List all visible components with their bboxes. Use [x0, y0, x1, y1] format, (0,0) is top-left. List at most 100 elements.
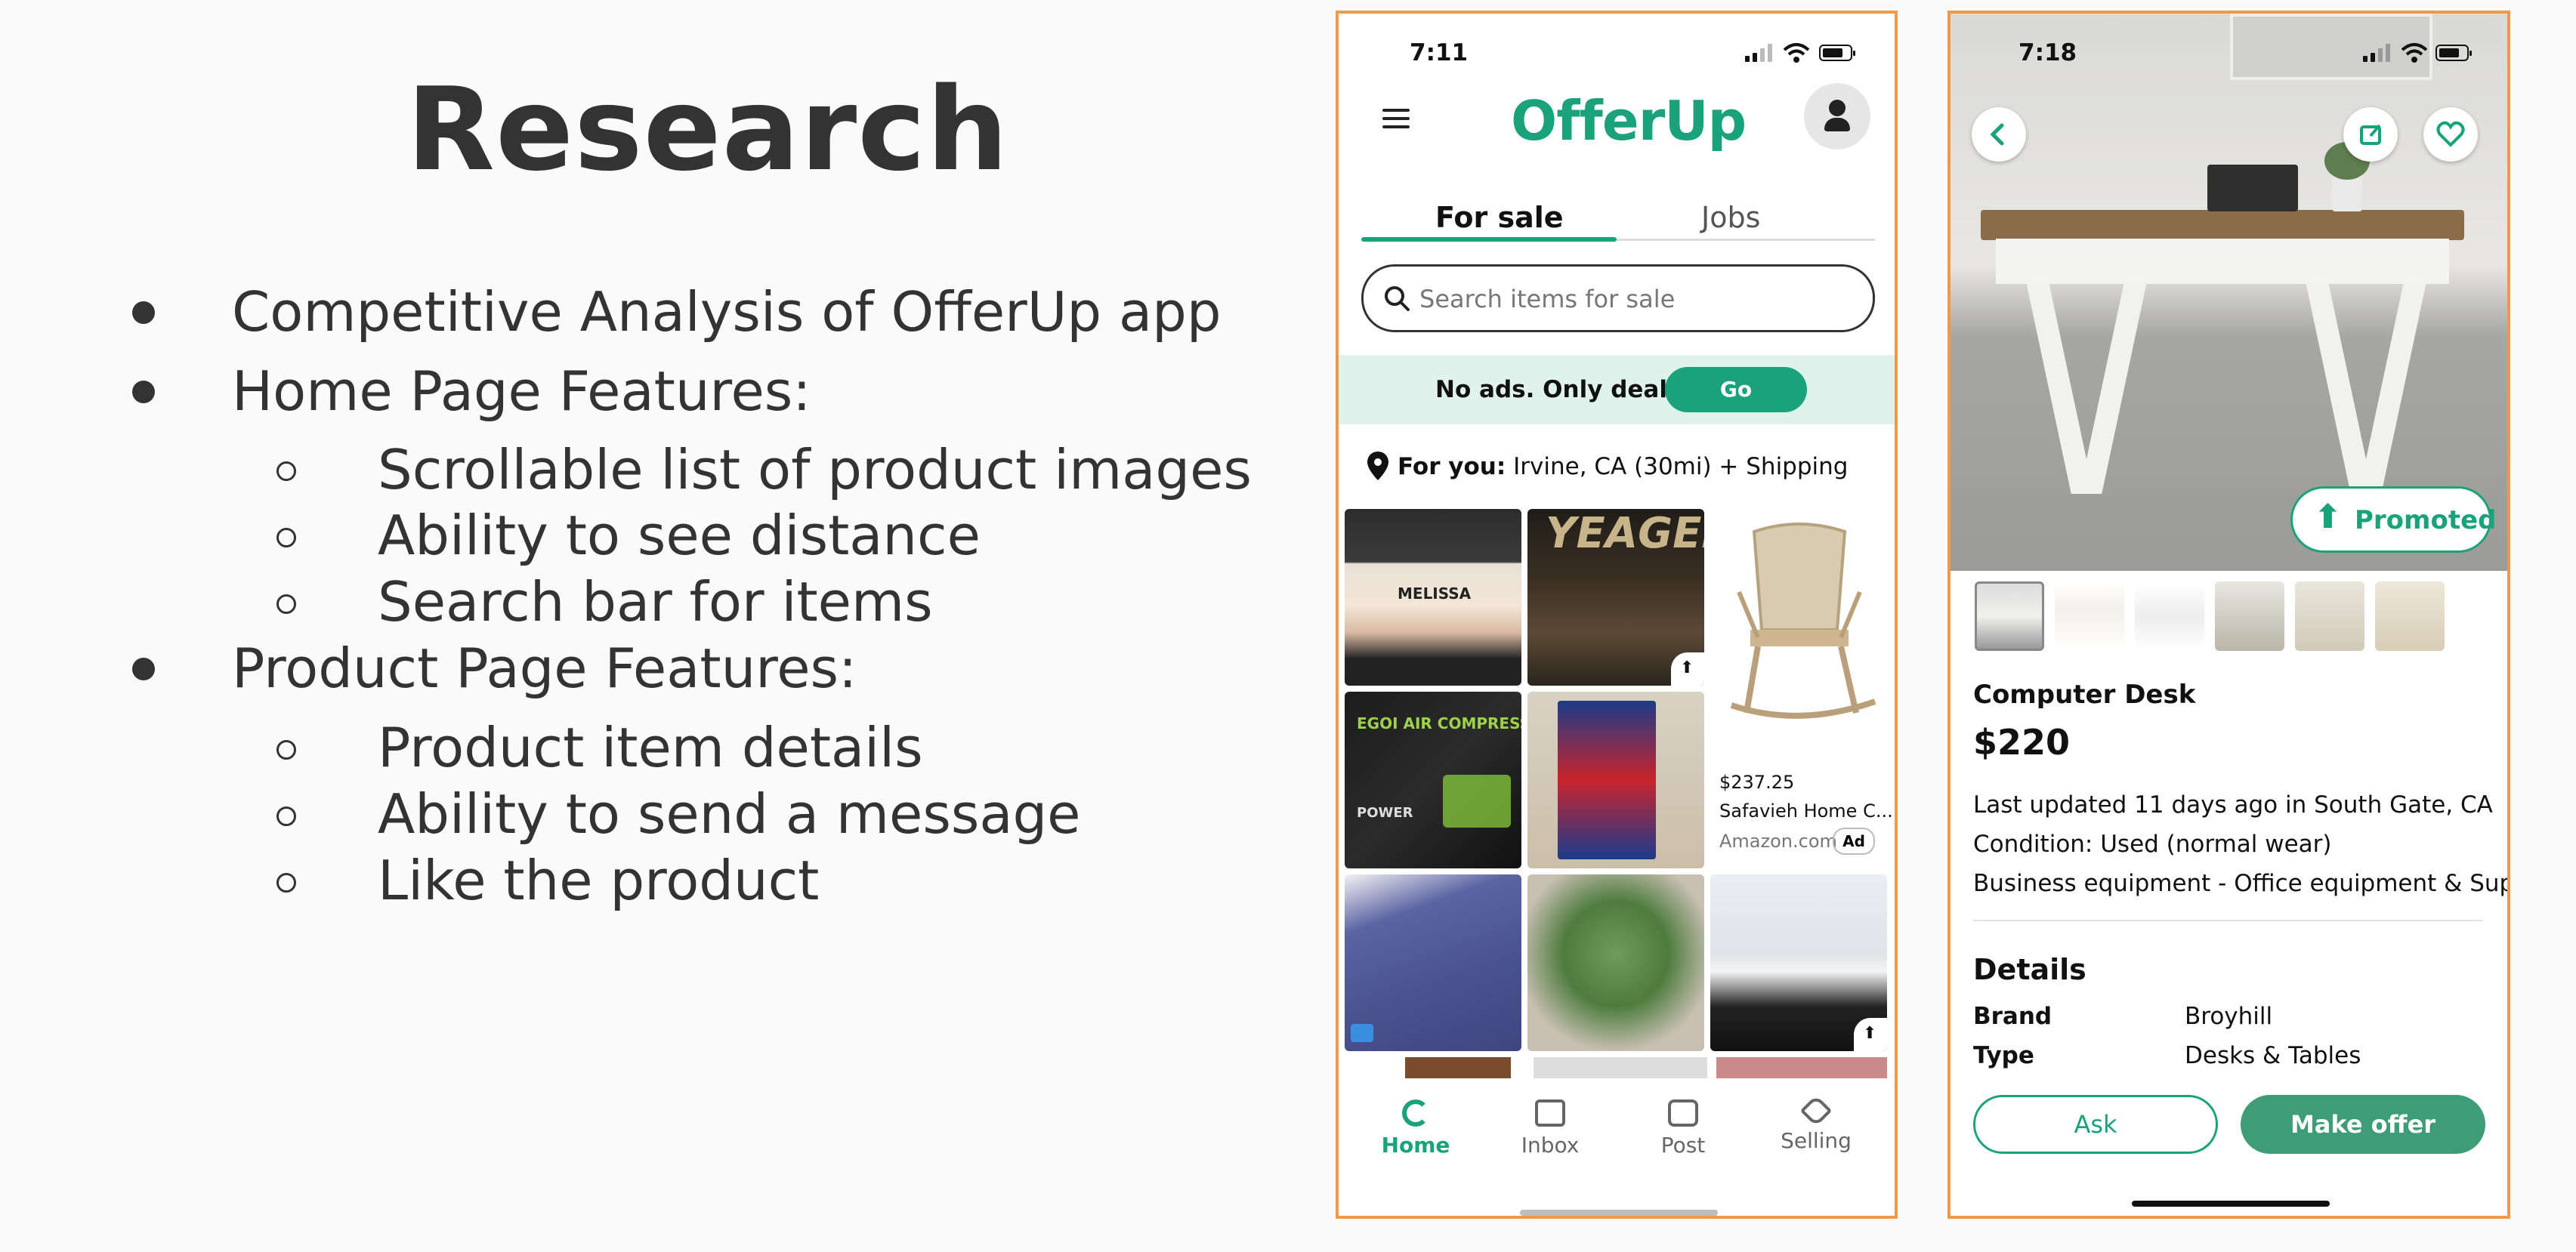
thumbnail-3[interactable]	[2135, 581, 2204, 651]
listing-mattress-image[interactable]	[1710, 874, 1887, 1051]
product-screen-phone: 7:18 ⬆ Promoted Computer Desk $220 Last …	[1947, 11, 2510, 1219]
thumbnail-5[interactable]	[2295, 581, 2364, 651]
desk-leg	[2079, 282, 2147, 494]
go-premium-button[interactable]: Go Premium	[1665, 367, 1807, 447]
laptop	[2207, 165, 2298, 211]
sub-bullet-send-message: Ability to send a message	[378, 782, 1081, 846]
nav-post[interactable]: Post	[1638, 1099, 1728, 1158]
thumbnail-4[interactable]	[2215, 581, 2284, 651]
slide-title: Research	[406, 63, 1009, 196]
bullet-dot	[132, 381, 155, 403]
desk-leg	[2358, 282, 2426, 494]
bullet-dot	[132, 301, 155, 324]
menu-icon[interactable]	[1382, 109, 1410, 134]
listing-bed-text: MELISSA	[1398, 584, 1472, 603]
condition-text: Condition: Used (normal wear)	[1973, 831, 2332, 858]
listing-box-text: EGOI AIR COMPRESS	[1357, 714, 1521, 732]
listing-rocking-chair-image[interactable]	[1710, 509, 1887, 735]
ask-button[interactable]: Ask	[1973, 1095, 2218, 1154]
product-title: Computer Desk	[1973, 680, 2196, 710]
desk-leg	[2306, 282, 2374, 494]
listing-sweater-image[interactable]	[1345, 874, 1521, 1051]
desk-top	[1981, 210, 2464, 240]
inbox-icon	[1535, 1099, 1565, 1127]
offerup-logo: OfferUp	[1511, 89, 1747, 153]
bullet-competitive-analysis: Competitive Analysis of OfferUp app	[232, 280, 1222, 344]
listing-poster-image[interactable]: YEAGER	[1527, 509, 1704, 686]
sub-bullet-ring	[276, 873, 296, 893]
nav-home-label: Home	[1381, 1133, 1450, 1158]
sub-bullet-ring	[276, 461, 296, 481]
heart-icon	[2436, 121, 2465, 147]
promoted-badge: ⬆ Promoted	[2290, 486, 2496, 553]
details-divider	[1973, 920, 2482, 921]
battery-icon	[2435, 45, 2472, 61]
location-row[interactable]: For you: Irvine, CA (30mi) + Shipping	[1398, 453, 1848, 480]
tab-for-sale[interactable]: For sale	[1435, 201, 1564, 234]
listing-succulent-image[interactable]	[1527, 874, 1704, 1051]
sub-bullet-distance: Ability to see distance	[378, 504, 981, 567]
promoted-pin-icon	[1854, 1018, 1887, 1051]
listing-spiderman-image[interactable]	[1527, 692, 1704, 868]
location-text: Irvine, CA (30mi) + Shipping	[1513, 453, 1849, 480]
nav-inbox-label: Inbox	[1521, 1133, 1580, 1158]
search-input[interactable]: Search items for sale	[1361, 264, 1875, 332]
nav-inbox[interactable]: Inbox	[1505, 1099, 1595, 1158]
last-updated-text: Last updated 11 days ago in South Gate, …	[1973, 791, 2493, 819]
spiderman-box-graphic	[1558, 701, 1656, 859]
back-button[interactable]	[1972, 107, 2026, 162]
profile-avatar-icon[interactable]	[1804, 83, 1870, 150]
camera-icon	[1668, 1099, 1698, 1127]
signal-icon	[1745, 44, 1772, 62]
home-indicator	[2132, 1201, 2330, 1207]
desk-drawer	[1996, 239, 2449, 284]
tab-jobs[interactable]: Jobs	[1701, 201, 1760, 234]
premium-promo-banner: No ads. Only deals. Go Premium	[1339, 355, 1895, 447]
nav-post-label: Post	[1660, 1133, 1706, 1158]
promo-text: No ads. Only deals.	[1435, 376, 1691, 403]
sub-bullet-scrollable-list: Scrollable list of product images	[378, 438, 1252, 501]
location-pin-icon	[1367, 452, 1388, 480]
location-prefix: For you:	[1398, 453, 1506, 480]
detail-brand-value: Broyhill	[2185, 1003, 2273, 1030]
share-button[interactable]	[2343, 107, 2398, 162]
like-button[interactable]	[2423, 107, 2478, 162]
nav-home[interactable]: Home	[1370, 1099, 1461, 1158]
category-link[interactable]: Business equipment - Office equipment & …	[1973, 870, 2507, 897]
shipping-icon	[1351, 1024, 1373, 1042]
status-time: 7:18	[2018, 39, 2077, 66]
listing-bed-image[interactable]: MELISSA	[1345, 509, 1521, 686]
bullet-home-page-features: Home Page Features:	[232, 359, 811, 423]
sub-bullet-item-details: Product item details	[378, 716, 923, 779]
bottom-nav: Home Inbox Post Selling	[1339, 1078, 1895, 1216]
bullet-dot	[132, 658, 155, 680]
wifi-icon	[1783, 43, 1810, 63]
thumbnail-2[interactable]	[2055, 581, 2124, 651]
bullet-product-page-features: Product Page Features:	[232, 637, 857, 700]
sub-bullet-ring	[276, 528, 296, 547]
search-icon	[1385, 286, 1410, 311]
next-row-peek	[1345, 1057, 1887, 1080]
listing-box-sub: POWER	[1357, 805, 1413, 821]
home-screen-phone: 7:11 OfferUp For sale Jobs Search items …	[1336, 11, 1898, 1219]
back-arrow-icon	[1990, 123, 2004, 146]
sub-bullet-like-product: Like the product	[378, 849, 820, 912]
sub-bullet-ring	[276, 594, 296, 614]
make-offer-button[interactable]: Make offer	[2241, 1095, 2485, 1154]
tab-active-indicator	[1361, 237, 1617, 242]
battery-icon	[1819, 45, 1855, 61]
listing-air-compressor-image[interactable]: EGOI AIR COMPRESS POWER	[1345, 692, 1521, 868]
ad-title: Safavieh Home C...	[1719, 800, 1893, 822]
sub-bullet-ring	[276, 740, 296, 760]
product-price: $220	[1973, 722, 2071, 763]
nav-selling[interactable]: Selling	[1771, 1094, 1861, 1153]
tag-icon	[1799, 1094, 1833, 1127]
detail-brand-label: Brand	[1973, 1003, 2052, 1030]
nav-selling-label: Selling	[1781, 1128, 1852, 1153]
thumbnail-1[interactable]	[1975, 581, 2044, 651]
sub-bullet-ring	[276, 806, 296, 826]
ad-source: Amazon.com	[1719, 831, 1837, 852]
promoted-pin-icon	[1671, 652, 1704, 686]
compressor-graphic	[1443, 775, 1511, 828]
thumbnail-6[interactable]	[2375, 581, 2445, 651]
